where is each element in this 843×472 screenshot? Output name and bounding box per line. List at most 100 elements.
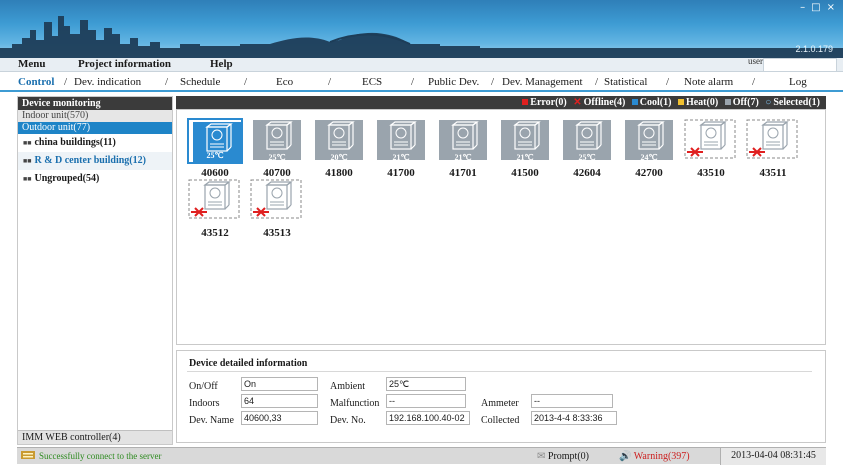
tab-separator: / [411, 76, 415, 88]
outdoor-unit-icon: 21℃ [373, 118, 429, 164]
outdoor-unit-card[interactable]: 20℃ 41800 [311, 118, 367, 180]
tab-separator: / [491, 76, 495, 88]
window-controls: – □ × [800, 2, 835, 13]
tab-schedule[interactable]: Schedule [180, 76, 220, 88]
tab-eco[interactable]: Eco [276, 76, 293, 88]
outdoor-unit-card[interactable]: 21℃ 41700 [373, 118, 429, 180]
maximize-icon[interactable]: □ [811, 2, 820, 13]
malfunction-field: -- [386, 394, 466, 408]
outdoor-unit-icon [683, 118, 739, 164]
legend-selected: Selected(1) [773, 97, 820, 108]
unit-id-label: 41500 [511, 167, 539, 179]
menu-item-project-information[interactable]: Project information [78, 58, 171, 70]
sidebar-item-indoor-unit[interactable]: Indoor unit(570) [18, 110, 172, 122]
sidebar-group-label: Ungrouped(54) [34, 173, 100, 184]
ambient-label: Ambient [330, 381, 365, 392]
unit-temperature: 25℃ [268, 153, 286, 162]
offline-cross-icon: ✕ [573, 97, 582, 108]
user-box[interactable] [763, 58, 837, 72]
menu-bar: Menu Project information Help [0, 58, 843, 72]
unit-temperature: 21℃ [392, 153, 410, 162]
devname-label: Dev. Name [189, 415, 234, 426]
tab-note-alarm[interactable]: Note alarm [684, 76, 733, 88]
onoff-label: On/Off [189, 381, 218, 392]
indoors-label: Indoors [189, 398, 220, 409]
warning-count: Warning(397) [633, 451, 690, 462]
prompt-indicator[interactable]: ✉ Prompt(0) [537, 450, 589, 463]
outdoor-unit-icon: 25℃ [249, 118, 305, 164]
status-legend: Error(0) ✕ Offline(4) Cool(1) Heat(0) Off… [518, 96, 820, 109]
sidebar-group-label: china buildings(11) [34, 137, 116, 148]
unit-temperature: 25℃ [578, 153, 596, 162]
sidebar-item-imm-web-controller[interactable]: IMM WEB controller(4) [18, 430, 172, 444]
unit-id-label: 43511 [759, 167, 787, 179]
sidebar-group-label: R & D center building(12) [34, 155, 146, 166]
status-time: 2013-04-04 08:31:45 [720, 448, 826, 465]
outdoor-unit-icon: 21℃ [497, 118, 553, 164]
group-bullet-icon: ■■ [23, 175, 32, 183]
sidebar-group-china-buildings[interactable]: ■■ china buildings(11) [18, 134, 172, 152]
user-name: user [748, 56, 763, 66]
outdoor-unit-card[interactable]: 25℃ 42604 [559, 118, 615, 180]
sidebar-group-ungrouped[interactable]: ■■ Ungrouped(54) [18, 170, 172, 188]
unit-id-label: 43512 [201, 227, 229, 239]
group-bullet-icon: ■■ [23, 139, 32, 147]
outdoor-unit-icon [249, 178, 305, 224]
sidebar-header: Device monitoring [18, 97, 172, 110]
tab-ecs[interactable]: ECS [362, 76, 382, 88]
devno-field: 192.168.100.40-02 [386, 411, 470, 425]
unit-temperature: 21℃ [454, 153, 472, 162]
tab-dev-indication[interactable]: Dev. indication [74, 76, 141, 88]
warning-indicator[interactable]: 🔊 Warning(397) [619, 450, 690, 463]
legend-heat: Heat(0) [685, 97, 719, 108]
outdoor-unit-card[interactable]: 21℃ 41500 [497, 118, 553, 180]
minimize-icon[interactable]: – [800, 2, 805, 13]
outdoor-unit-card[interactable]: 43512 [187, 178, 243, 240]
cool-square-icon [631, 99, 638, 105]
menu-item-help[interactable]: Help [210, 58, 233, 70]
outdoor-unit-card[interactable]: 43511 [745, 118, 801, 180]
server-connection-icon [21, 451, 35, 459]
close-icon[interactable]: × [827, 2, 835, 13]
outdoor-unit-card[interactable]: 43513 [249, 178, 305, 240]
unit-id-label: 41700 [387, 167, 415, 179]
speaker-warning-icon: 🔊 [619, 451, 632, 462]
unit-id-label: 42604 [573, 167, 601, 179]
outdoor-unit-card[interactable]: 25℃ 40600 [187, 118, 243, 180]
selected-ring-icon: ○ [765, 97, 772, 108]
legend-off: Off(7) [732, 97, 759, 108]
device-tree-sidebar: Device monitoring Indoor unit(570) Outdo… [17, 96, 173, 445]
tab-dev-management[interactable]: Dev. Management [502, 76, 583, 88]
menu-item-menu[interactable]: Menu [18, 58, 46, 70]
sidebar-group-rd-center[interactable]: ■■ R & D center building(12) [18, 152, 172, 170]
sidebar-item-outdoor-unit[interactable]: Outdoor unit(77) [18, 122, 172, 134]
unit-id-label: 43510 [697, 167, 725, 179]
outdoor-unit-card[interactable]: 21℃ 41701 [435, 118, 491, 180]
detail-divider [187, 371, 812, 372]
ammeter-label: Ammeter [481, 398, 519, 409]
tab-separator: / [64, 76, 68, 88]
outdoor-unit-icon: 25℃ [187, 118, 243, 164]
outdoor-unit-card[interactable]: 25℃ 40700 [249, 118, 305, 180]
group-bullet-icon: ■■ [23, 157, 32, 165]
tab-separator: / [165, 76, 169, 88]
app-version: 2.1.0.179 [795, 44, 833, 54]
malfunction-label: Malfunction [330, 398, 380, 409]
tab-separator: / [666, 76, 670, 88]
outdoor-unit-card[interactable]: 24℃ 42700 [621, 118, 677, 180]
tab-bar: Control / Dev. indication / Schedule / E… [0, 72, 843, 92]
tab-control[interactable]: Control [18, 76, 54, 88]
tab-log[interactable]: Log [789, 76, 807, 88]
collected-field: 2013-4-4 8:33:36 [531, 411, 617, 425]
tab-public-dev[interactable]: Public Dev. [428, 76, 479, 88]
legend-offline: Offline(4) [583, 97, 626, 108]
tab-statistical[interactable]: Statistical [604, 76, 647, 88]
outdoor-unit-card[interactable]: 43510 [683, 118, 739, 180]
indoors-field: 64 [241, 394, 318, 408]
tab-separator: / [752, 76, 756, 88]
prompt-count: Prompt(0) [547, 451, 589, 462]
device-legend-bar: Error(0) ✕ Offline(4) Cool(1) Heat(0) Off… [176, 96, 826, 109]
detail-title: Device detailed information [189, 358, 308, 369]
legend-error: Error(0) [530, 97, 567, 108]
outdoor-unit-icon [187, 178, 243, 224]
